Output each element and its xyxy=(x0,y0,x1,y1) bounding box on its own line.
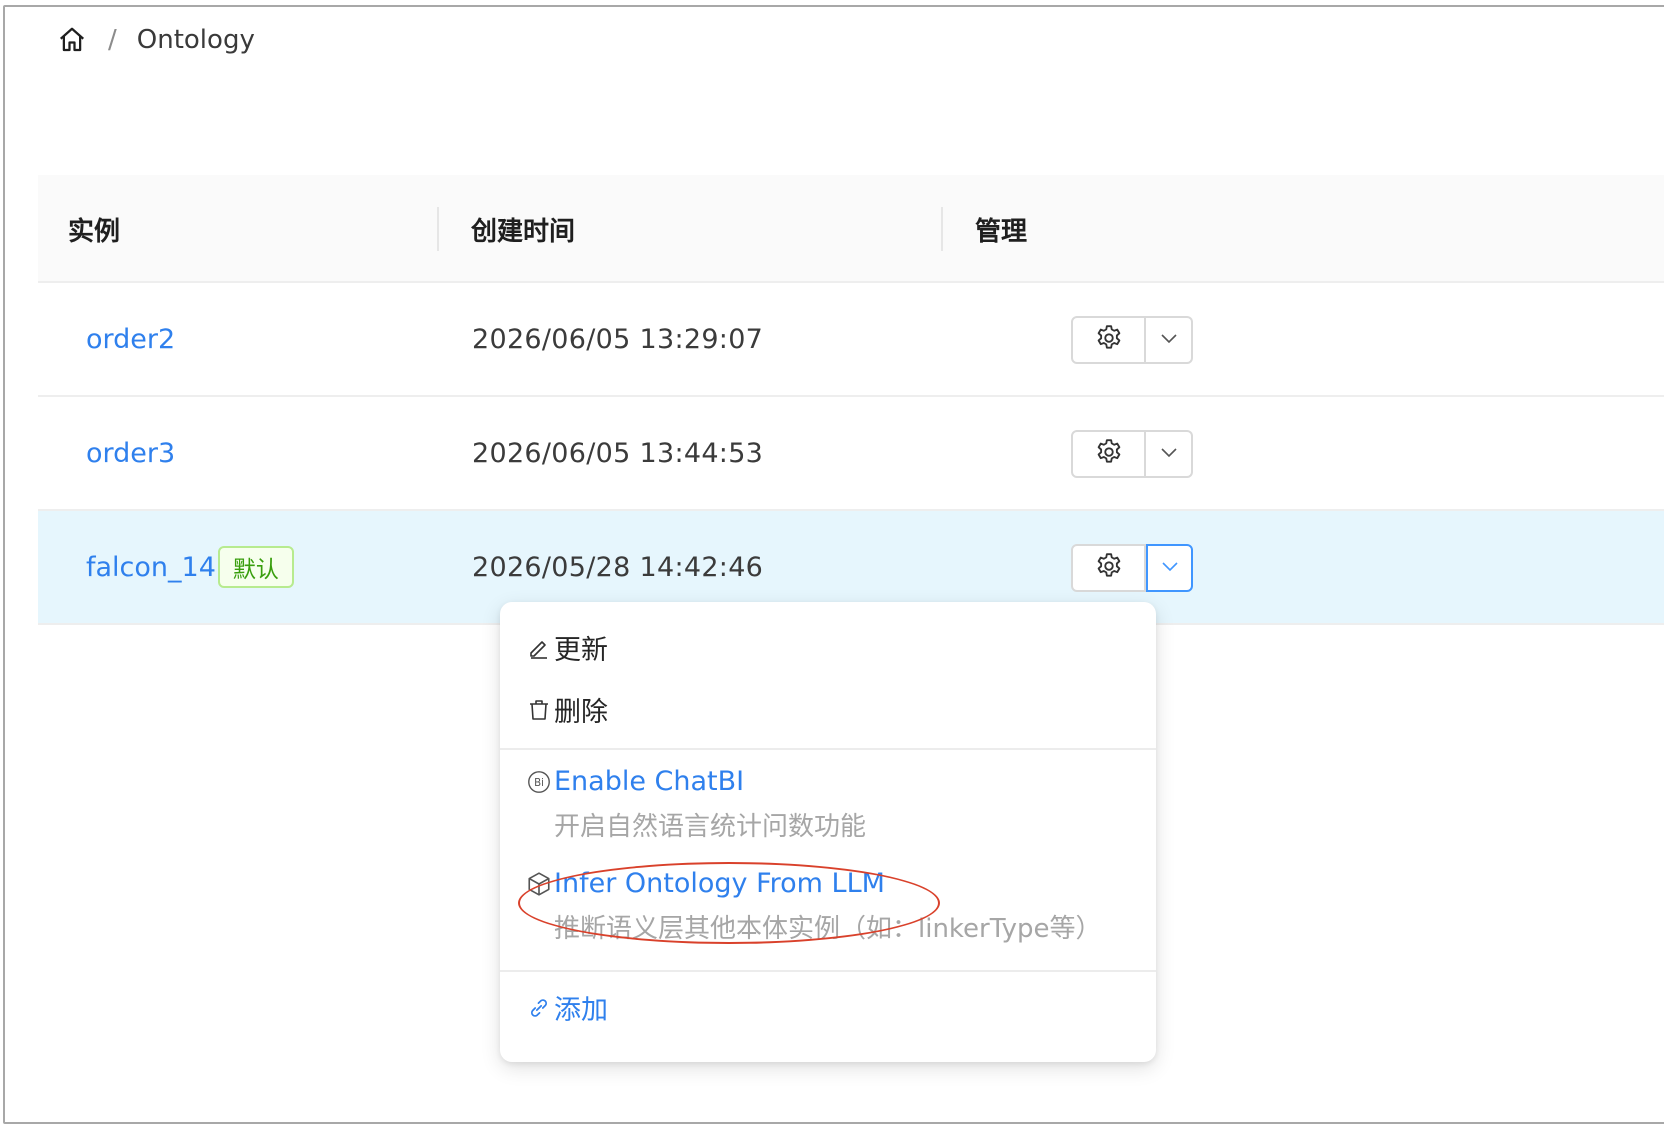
link-icon xyxy=(526,993,552,1023)
column-header-created: 创建时间 xyxy=(471,216,576,247)
home-icon[interactable] xyxy=(56,24,88,56)
instance-link[interactable]: order3 xyxy=(86,438,175,469)
chatbi-icon: Bi xyxy=(526,767,552,797)
edit-icon xyxy=(526,633,552,663)
breadcrumb-current: Ontology xyxy=(136,25,255,55)
table-row: order3 2026/06/05 13:44:53 xyxy=(38,397,1664,511)
menu-item-delete[interactable]: 删除 xyxy=(526,690,608,729)
menu-item-label: 添加 xyxy=(554,995,608,1026)
menu-item-label: Enable ChatBI xyxy=(554,766,745,797)
menu-divider xyxy=(500,970,1156,972)
table-row: order2 2026/06/05 13:29:07 xyxy=(38,283,1664,397)
more-actions-button[interactable] xyxy=(1146,430,1193,478)
gear-icon xyxy=(1094,323,1124,357)
gear-icon xyxy=(1094,437,1124,471)
menu-item-add[interactable]: 添加 xyxy=(526,988,608,1027)
instance-link[interactable]: order2 xyxy=(86,324,175,355)
gear-icon xyxy=(1094,551,1124,585)
breadcrumb-separator: / xyxy=(108,25,117,55)
settings-button[interactable] xyxy=(1071,544,1146,592)
more-actions-button[interactable] xyxy=(1146,316,1193,364)
column-divider xyxy=(941,207,943,251)
menu-divider xyxy=(500,748,1156,750)
settings-button[interactable] xyxy=(1071,430,1146,478)
column-divider xyxy=(437,207,439,251)
instance-link[interactable]: falcon_14 xyxy=(86,552,216,583)
chevron-down-icon xyxy=(1159,445,1179,464)
highlight-ellipse-annotation xyxy=(518,862,940,944)
default-badge: 默认 xyxy=(217,546,294,588)
column-header-instance: 实例 xyxy=(68,216,121,247)
menu-item-description: 开启自然语言统计问数功能 xyxy=(554,812,867,842)
created-time: 2026/06/05 13:44:53 xyxy=(472,437,764,469)
instances-table: 实例 创建时间 管理 order2 2026/06/05 13:29:07 or… xyxy=(38,175,1664,625)
menu-item-label: 更新 xyxy=(554,635,608,666)
row-action-group xyxy=(1071,430,1193,478)
more-actions-button[interactable] xyxy=(1146,544,1193,592)
menu-item-label: 删除 xyxy=(554,697,608,728)
menu-item-update[interactable]: 更新 xyxy=(526,628,608,667)
row-action-group xyxy=(1071,544,1193,592)
table-header: 实例 创建时间 管理 xyxy=(38,175,1664,283)
column-header-manage: 管理 xyxy=(975,216,1028,247)
svg-text:Bi: Bi xyxy=(534,778,544,789)
menu-item-enable-chatbi[interactable]: Bi Enable ChatBI xyxy=(526,766,744,797)
row-action-group xyxy=(1071,316,1193,364)
trash-icon xyxy=(526,695,552,725)
chevron-down-icon xyxy=(1160,559,1180,578)
chevron-down-icon xyxy=(1159,331,1179,350)
breadcrumb: / Ontology xyxy=(56,22,255,58)
actions-dropdown-menu: 更新 删除 Bi Enable ChatBI 开启自然语言统计问数功能 Infe… xyxy=(500,602,1156,1062)
settings-button[interactable] xyxy=(1071,316,1146,364)
created-time: 2026/06/05 13:29:07 xyxy=(472,323,764,355)
